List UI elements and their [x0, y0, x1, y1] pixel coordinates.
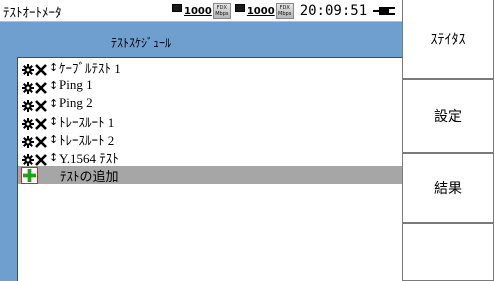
cross-icon[interactable] [35, 151, 47, 166]
cross-icon[interactable] [35, 115, 47, 130]
add-test-label: ﾃｽﾄの追加 [60, 168, 119, 184]
port-1-status: 1000 FDX Mbps [172, 3, 231, 19]
test-row[interactable]: ↕ Ping 1 [18, 76, 406, 94]
results-button[interactable]: 結果 [402, 153, 494, 223]
side-menu: ｽﾃｲﾀｽ 設定 結果 [402, 0, 494, 281]
clock: 20:09:51 [299, 3, 368, 19]
port-1-speed: 1000 [184, 5, 212, 17]
test-row[interactable]: ↕ Y.1564 ﾃｽﾄ [18, 148, 406, 166]
test-label: ﾄﾚｰｽﾙｰﾄ 2 [59, 132, 115, 148]
test-row[interactable]: ↕ ﾄﾚｰｽﾙｰﾄ 2 [18, 130, 406, 148]
test-label: Ping 1 [59, 77, 93, 92]
port-2-status: 1000 FDX Mbps [234, 3, 294, 19]
test-label: ﾄﾚｰｽﾙｰﾄ 1 [59, 114, 115, 130]
cross-icon[interactable] [35, 133, 47, 148]
gear-icon[interactable] [22, 151, 34, 166]
ethernet-port-icon [234, 4, 245, 12]
test-row[interactable]: ↕ ｹｰﾌﾞﾙﾃｽﾄ 1 [18, 58, 406, 76]
status-button[interactable]: ｽﾃｲﾀｽ [402, 0, 494, 79]
power-plug-icon [373, 6, 396, 16]
cross-icon[interactable] [35, 97, 47, 112]
gear-icon[interactable] [22, 97, 34, 112]
test-schedule-list: ↕ ｹｰﾌﾞﾙﾃｽﾄ 1 ↕ Ping 1 ↕ Ping 2 ↕ ﾄﾚｰｽﾙｰﾄ 1 ↕ ﾄﾚｰｽ… [17, 57, 407, 281]
main-area: ﾃｽﾄｵｰﾄﾒｰﾀ 1000 FDX Mbps 1000 FDX Mbps 20… [0, 0, 407, 281]
add-test-row[interactable]: ﾃｽﾄの追加 [18, 166, 406, 184]
test-row[interactable]: ↕ Ping 2 [18, 94, 406, 112]
cross-icon[interactable] [35, 79, 47, 94]
gear-icon[interactable] [22, 133, 34, 148]
test-label: ｹｰﾌﾞﾙﾃｽﾄ 1 [59, 60, 121, 76]
gear-icon[interactable] [22, 61, 34, 76]
updown-arrow-icon[interactable]: ↕ [49, 133, 58, 146]
updown-arrow-icon[interactable]: ↕ [49, 151, 58, 164]
panel-title: ﾃｽﾄｽｹｼﾞｭｰﾙ [110, 36, 171, 50]
updown-arrow-icon[interactable]: ↕ [49, 97, 58, 110]
settings-button[interactable]: 設定 [402, 79, 494, 153]
gear-icon[interactable] [22, 79, 34, 94]
duplex-badge: FDX Mbps [212, 3, 231, 19]
gear-icon[interactable] [22, 115, 34, 130]
cross-icon[interactable] [35, 61, 47, 76]
test-label: Y.1564 ﾃｽﾄ [59, 150, 119, 166]
app-title: ﾃｽﾄｵｰﾄﾒｰﾀ [3, 6, 62, 21]
duplex-badge: FDX Mbps [275, 3, 294, 19]
empty-softkey[interactable] [402, 223, 494, 281]
status-area: 1000 FDX Mbps 1000 FDX Mbps 20:09:51 [172, 1, 396, 21]
updown-arrow-icon[interactable]: ↕ [49, 61, 58, 74]
ethernet-port-icon [172, 4, 182, 12]
updown-arrow-icon[interactable]: ↕ [49, 115, 58, 128]
test-row[interactable]: ↕ ﾄﾚｰｽﾙｰﾄ 1 [18, 112, 406, 130]
plus-icon[interactable] [21, 166, 38, 184]
port-2-speed: 1000 [246, 5, 275, 17]
test-label: Ping 2 [59, 95, 93, 110]
title-bar: ﾃｽﾄｵｰﾄﾒｰﾀ 1000 FDX Mbps 1000 FDX Mbps 20… [0, 0, 402, 22]
updown-arrow-icon[interactable]: ↕ [49, 79, 58, 92]
